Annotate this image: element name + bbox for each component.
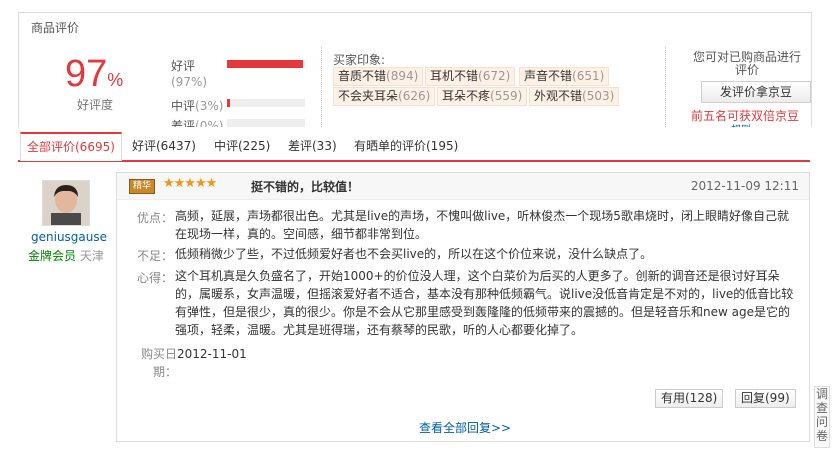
review-header: 精华 ★★★★★ 挺不错的，比较值！ 2012-11-09 12:11 [117,173,809,200]
review-tabs: 全部评价(6695) 好评(6437) 中评(225) 差评(33) 有晒单的评… [18,132,810,162]
purchase-date: 2012-11-01 [177,347,247,361]
tag-count: (559) [490,89,523,103]
medium-pct-text: (3%) [195,99,224,113]
positive-rate: 97% [65,55,123,99]
reply-button[interactable]: 回复(99) [735,389,796,408]
good-bar-fill [227,60,303,68]
avatar-image [43,181,89,225]
good-label-text: 好评 [171,59,196,73]
purchase-date-label: 购买日 期： [137,345,177,381]
tag-text: 声音不错 [524,69,573,83]
review-title: 挺不错的，比较值！ [251,180,360,194]
review-item: 精华 ★★★★★ 挺不错的，比较值！ 2012-11-09 12:11 优点： … [116,172,810,442]
useful-button[interactable]: 有用(128) [655,389,724,408]
rules-link[interactable]: 规则 [731,121,751,127]
cons-label: 不足： [137,249,174,263]
review-prompt: 您可对已购商品进行 评价 [685,51,809,77]
positive-rate-label: 好评度 [77,98,114,112]
avatar[interactable] [42,180,90,226]
tab-bad[interactable]: 差评(33) [288,132,337,160]
tag-text: 音质不错 [338,69,387,83]
tag-text: 不会夹耳朵 [338,89,399,103]
star-rating: ★★★★★ [163,176,217,191]
impression-title: 买家印象: [333,53,386,67]
member-level: 金牌会员 [28,249,77,263]
cons-text: 低频稍微少了些，不过低频爱好者也不会买live的，所以在这个价位来说，没什么缺点… [175,247,653,261]
bad-label: 差评(0%) [171,117,223,127]
good-label: 好评 [171,57,195,74]
tag-text: 外观不错 [534,89,583,103]
review-prompt-line2: 评价 [734,63,759,77]
medium-label: 中评(3%) [171,97,223,114]
tab-all[interactable]: 全部评价(6695) [20,132,122,161]
experience-label: 心得： [137,271,174,285]
impression-tag[interactable]: 不会夹耳朵(626) [333,87,436,106]
pros-text: 高频，延展，声场都很出色。尤其是live的声场，不愧叫做live，听林俊杰一个现… [175,209,789,241]
bad-label-text: 差评 [171,119,196,127]
bad-pct-text: (0%) [195,119,224,127]
survey-label: 调查问卷 [815,387,828,443]
divider [321,47,322,127]
tag-count: (651) [572,69,605,83]
tag-text: 耳朵不疼 [442,89,491,103]
purchase-date-label-1: 购买日 [140,347,177,361]
panel-title: 商品评价 [31,21,80,35]
survey-float[interactable]: 调查问卷 [814,386,830,448]
rating-summary-panel: 商品评价 97% 好评度 好评 (97%) 中评(3%) 差评(0%) 买家印象… [18,12,812,127]
impression-tag[interactable]: 耳机不错(672) [425,67,516,86]
tag-count: (672) [478,69,511,83]
view-all-replies-link[interactable]: 查看全部回复>> [419,419,511,436]
purchase-date-label-2: 期： [152,365,177,379]
user-level: 金牌会员 天津 [28,247,104,264]
pros-label: 优点： [137,211,174,225]
write-review-button[interactable]: 发评价拿京豆 [701,81,811,103]
tag-count: (626) [398,89,431,103]
review-date: 2012-11-09 12:11 [690,179,799,193]
impression-tag[interactable]: 耳朵不疼(559) [437,87,528,106]
tab-medium[interactable]: 中评(225) [214,132,270,160]
tab-good[interactable]: 好评(6437) [132,132,196,160]
tag-count: (503) [582,89,615,103]
good-bar [227,60,305,68]
medium-bar [227,99,305,107]
divider [665,47,666,127]
experience-text: 这个耳机真是久负盛名了，开始1000+的价位没人理，这个白菜价为后买的人更多了。… [175,269,794,337]
medium-bar-fill [227,99,231,107]
good-pct-text: (97%) [171,75,208,89]
impression-tag[interactable]: 外观不错(503) [529,87,620,106]
featured-badge: 精华 [129,179,155,194]
tag-count: (894) [386,69,419,83]
username[interactable]: geniusgause [31,230,107,244]
percent-sign: % [107,70,124,90]
bad-bar [227,119,305,127]
tab-with-photos[interactable]: 有晒单的评价(195) [354,132,458,160]
positive-rate-value: 97 [65,53,108,95]
medium-label-text: 中评 [171,99,196,113]
impression-tag[interactable]: 音质不错(894) [333,67,424,86]
user-city: 天津 [79,249,104,263]
good-pct: (97%) [171,75,207,89]
impression-tag[interactable]: 声音不错(651) [519,67,610,86]
tag-text: 耳机不错 [430,69,479,83]
